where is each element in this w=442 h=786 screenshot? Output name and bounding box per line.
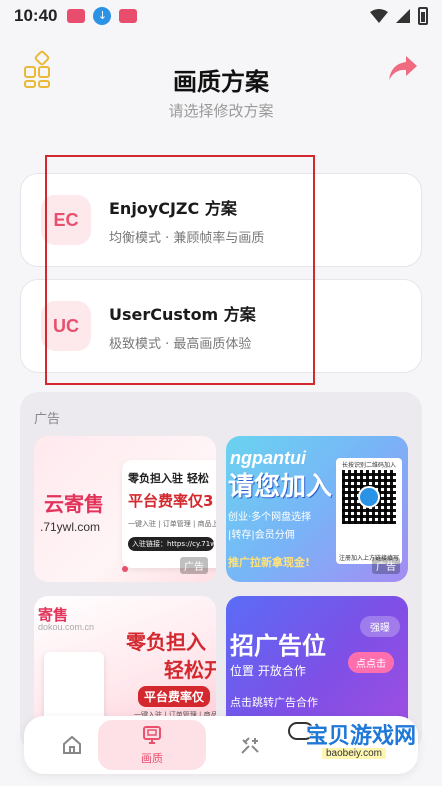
ad-text: 推广拉新拿现金! [228,556,311,569]
signal-icon [396,9,410,23]
highlight-box [45,155,315,385]
ad-text: 点击跳转广告合作 [230,696,318,709]
status-time: 10:40 [14,6,58,25]
header: 画质方案 请选择修改方案 [0,40,442,130]
ad-url: dokou.com.cn [38,622,95,632]
status-bar: 10:40 ↓ [0,0,442,32]
ad-tile[interactable]: 云寄售 .71ywl.com 零负担入驻 轻松 平台费率仅3 一键入驻 | 订单… [34,436,216,582]
ad-url: .71ywl.com [40,520,101,534]
qr-caption: 长按识别二维码加入 [341,462,396,469]
ad-pill: 强曝 [360,616,400,637]
watermark-url: baobeiy.com [322,748,386,759]
ad-text: 入驻链接：https://cy.71wl [128,537,216,551]
app-notification-icon [67,9,86,23]
nav-quality[interactable]: 画质 [98,720,206,770]
monitor-icon [143,726,161,744]
watermark: 宝贝游戏网 baobeiy.com [288,718,416,768]
home-icon [63,735,81,754]
ad-panel: 广告 云寄售 .71ywl.com 零负担入驻 轻松 平台费率仅3 一键入驻 |… [20,392,422,752]
wifi-icon [370,9,388,23]
tools-icon [241,737,259,754]
ad-card: 零负担入驻 轻松 平台费率仅3 一键入驻 | 订单管理 | 商品上架 入驻链接：… [122,460,216,568]
share-icon[interactable] [388,54,418,82]
ad-text: 一键入驻 | 订单管理 | 商品上架 [128,520,216,528]
download-icon: ↓ [93,7,112,25]
ad-headline: 零负担入 [126,630,206,654]
ad-text: 零负担入驻 轻松 [128,472,209,485]
cloud-icon [358,486,380,508]
qr-card: 长按识别二维码加入 注册加入上方链接填写 [336,458,402,564]
ad-text: 创业·多个网盘选择 [228,512,312,523]
battery-icon [418,7,428,25]
ad-text: 平台费率仅 [138,686,211,707]
ad-tag: 广告 [180,557,208,574]
nav-tools[interactable] [210,720,290,770]
ad-text: 位置 开放合作 [230,664,306,678]
ad-logo: 云寄售 [44,492,104,516]
ad-tile[interactable]: ngpantui 请您加入 创业·多个网盘选择 |转存|会员分佣 推广拉新拿现金… [226,436,408,582]
ad-text: |转存|会员分佣 [228,530,295,541]
app-notification-icon [119,9,138,23]
ad-pill: 点点击 [348,652,394,673]
ad-label: 广告 [34,412,61,427]
page-title: 画质方案 [173,68,269,96]
ad-tag: 广告 [372,557,400,574]
carousel-dot [122,566,128,572]
ad-headline: 轻松开 [164,658,216,682]
page-subtitle: 请选择修改方案 [168,102,274,120]
ad-text: 平台费率仅3 [128,492,214,510]
ad-headline: 请您加入 [228,472,333,502]
ad-headline: 招广告位 [230,632,326,660]
watermark-text: 宝贝游戏网 [306,724,417,749]
nav-label: 画质 [141,752,163,765]
